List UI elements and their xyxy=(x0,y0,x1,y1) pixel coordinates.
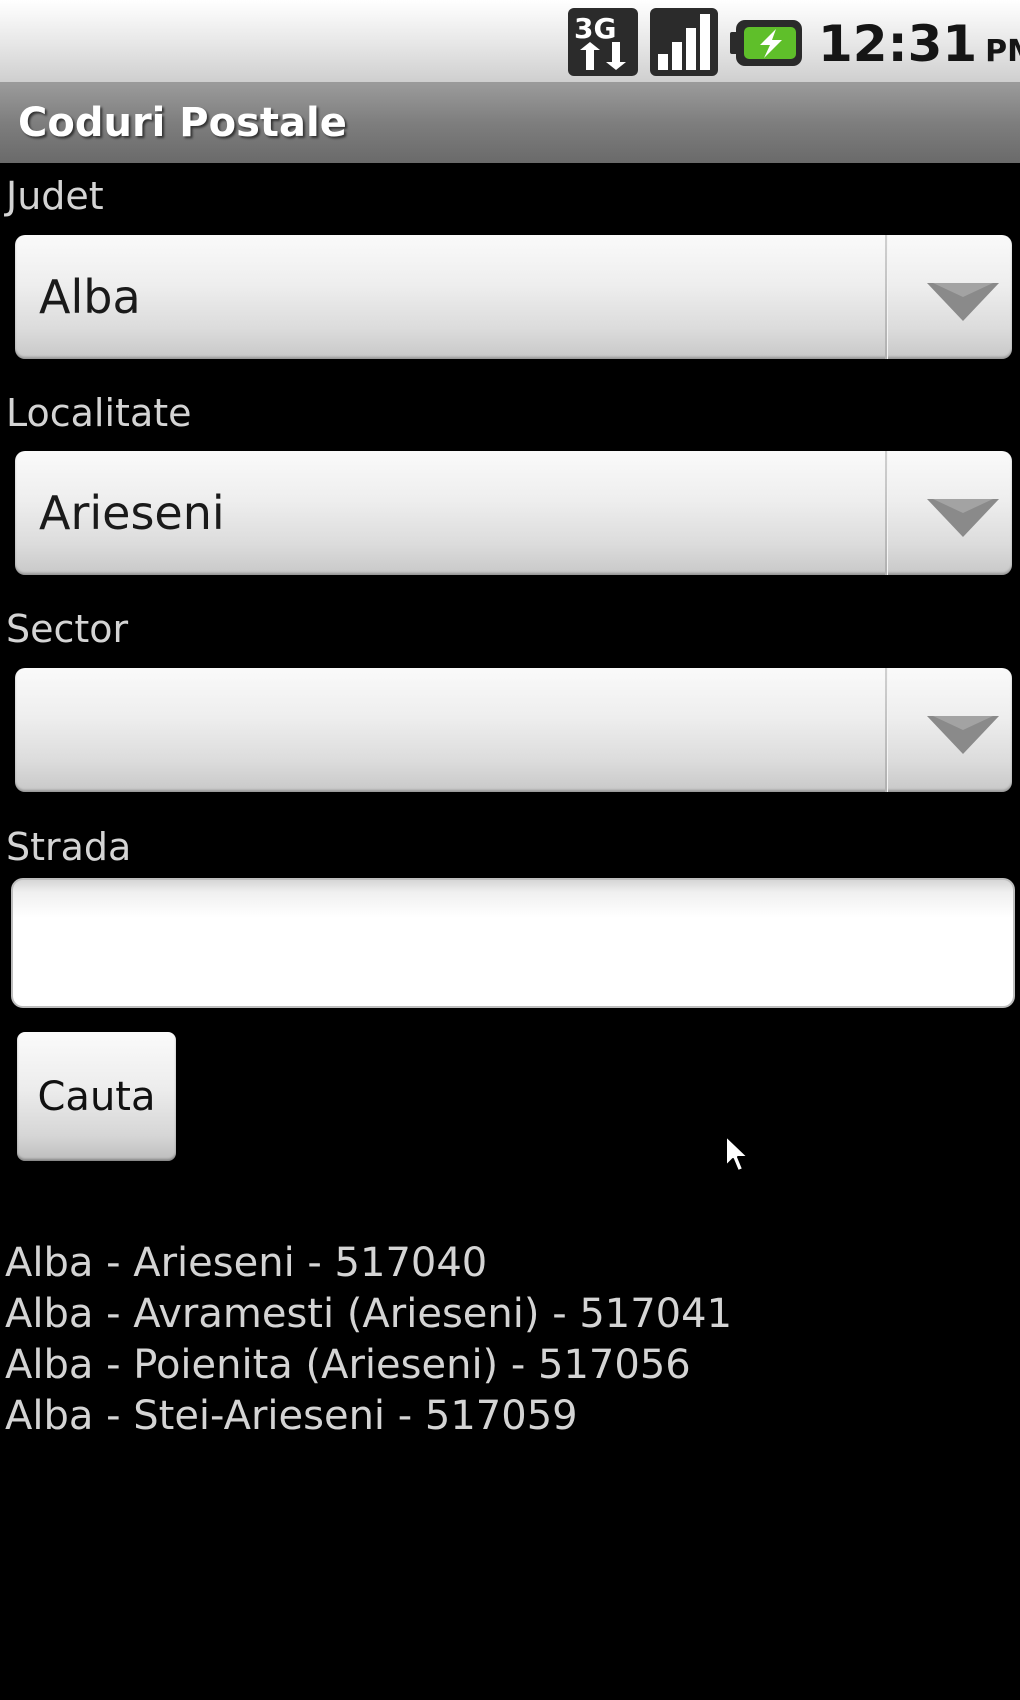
results-list: Alba - Arieseni - 517040 Alba - Avramest… xyxy=(5,1238,732,1442)
search-button[interactable]: Cauta xyxy=(17,1032,176,1161)
result-item: Alba - Avramesti (Arieseni) - 517041 xyxy=(5,1291,733,1337)
app-screen: 3G 12:31PM Coduri Postale Judet Alba Loc… xyxy=(0,0,1020,1700)
chevron-down-icon xyxy=(927,716,999,754)
chevron-down-icon xyxy=(927,499,999,537)
data-3g-icon: 3G xyxy=(568,8,638,76)
locality-spinner[interactable]: Arieseni xyxy=(15,451,1012,575)
mouse-pointer-icon xyxy=(725,1135,749,1172)
county-spinner-value: Alba xyxy=(39,270,141,324)
clock-ampm: PM xyxy=(985,34,1020,69)
signal-strength-icon xyxy=(650,8,718,76)
network-type-text: 3G xyxy=(574,12,616,45)
clock: 12:31PM xyxy=(818,14,1020,82)
app-title: Coduri Postale xyxy=(18,100,347,146)
sector-label: Sector xyxy=(6,607,129,651)
result-item: Alba - Arieseni - 517040 xyxy=(5,1240,488,1286)
title-bar: Coduri Postale xyxy=(0,83,1020,163)
spinner-divider xyxy=(885,235,888,359)
county-label: Judet xyxy=(6,174,104,218)
locality-spinner-value: Arieseni xyxy=(39,486,225,540)
spinner-divider xyxy=(885,668,888,792)
battery-charging-icon xyxy=(730,20,802,66)
street-input[interactable] xyxy=(11,878,1015,1008)
chevron-down-icon xyxy=(927,283,999,321)
county-spinner[interactable]: Alba xyxy=(15,235,1012,359)
clock-time: 12:31 xyxy=(818,15,978,73)
sector-spinner[interactable] xyxy=(15,668,1012,792)
result-item: Alba - Poienita (Arieseni) - 517056 xyxy=(5,1342,691,1388)
locality-label: Localitate xyxy=(6,391,192,435)
spinner-divider xyxy=(885,451,888,575)
result-item: Alba - Stei-Arieseni - 517059 xyxy=(5,1393,578,1439)
status-bar: 3G 12:31PM xyxy=(0,0,1020,83)
street-label: Strada xyxy=(6,825,132,869)
